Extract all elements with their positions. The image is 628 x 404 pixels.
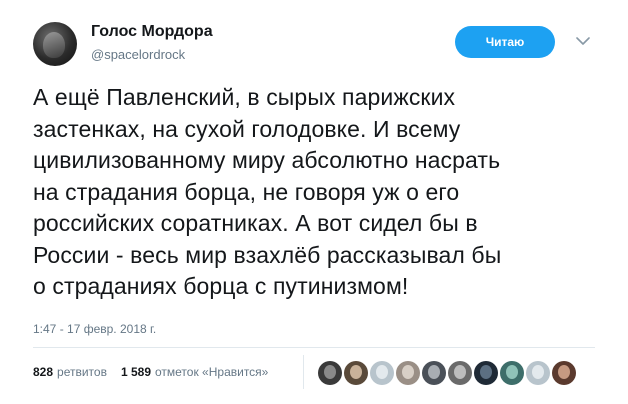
user-display-name[interactable]: Голос Мордора (91, 23, 213, 41)
tweet-text-line: о страданиях борца с путинизмом! (33, 273, 409, 299)
liker-avatar-face (324, 365, 336, 379)
tweet-timestamp[interactable]: 1:47 - 17 февр. 2018 г. (33, 322, 156, 336)
tweet-text-line: на страдания борца, не говоря уж о его (33, 178, 460, 205)
tweet-text-line: А ещё Павленский, в сырых парижских (33, 84, 456, 110)
liker-avatar-face (376, 365, 388, 379)
retweets-label: ретвитов (57, 365, 107, 379)
liker-avatar[interactable] (474, 361, 498, 385)
liker-avatar[interactable] (344, 361, 368, 385)
liker-avatar-face (506, 365, 518, 379)
liker-avatar[interactable] (422, 361, 446, 385)
tweet-text-line: России - весь мир взахлёб рассказывал бы (33, 241, 502, 268)
engagement-stats: 828 ретвитов 1 589 отметок «Нравится» (33, 365, 282, 379)
avatar-face (43, 32, 65, 58)
liker-avatar-face (350, 365, 362, 379)
tweet-card: Голос Мордора @spacelordrock Читаю А ещё… (0, 0, 628, 404)
chevron-down-icon[interactable] (574, 34, 592, 48)
liker-avatar-face (480, 365, 492, 379)
user-handle[interactable]: @spacelordrock (91, 47, 185, 62)
liker-avatar-face (532, 365, 544, 379)
liker-avatar[interactable] (318, 361, 342, 385)
liker-avatar[interactable] (526, 361, 550, 385)
tweet-text-line: цивилизованному миру абсолютно насрать (33, 147, 501, 173)
following-button[interactable]: Читаю (455, 26, 555, 58)
liker-avatars (318, 361, 578, 385)
liker-avatar[interactable] (552, 361, 576, 385)
tweet-text-line: российских соратниках. А вот сидел бы в (33, 210, 478, 236)
stats-separator (303, 355, 304, 389)
divider (33, 347, 595, 348)
retweets-count: 828 (33, 365, 54, 379)
liker-avatar[interactable] (370, 361, 394, 385)
liker-avatar-face (558, 365, 570, 379)
liker-avatar[interactable] (396, 361, 420, 385)
tweet-text-line: застенках, на сухой голодовке. И всему (33, 115, 461, 142)
user-avatar[interactable] (33, 22, 77, 66)
tweet-text: А ещё Павленский, в сырых парижских заст… (33, 82, 608, 303)
retweets-stat[interactable]: 828 ретвитов (33, 365, 107, 379)
liker-avatar-face (454, 365, 466, 379)
liker-avatar-face (428, 365, 440, 379)
liker-avatar[interactable] (448, 361, 472, 385)
liker-avatar[interactable] (500, 361, 524, 385)
liker-avatar-face (402, 365, 414, 379)
likes-label: отметок «Нравится» (155, 365, 269, 379)
likes-count: 1 589 (120, 365, 151, 379)
likes-stat[interactable]: 1 589 отметок «Нравится» (121, 365, 268, 379)
